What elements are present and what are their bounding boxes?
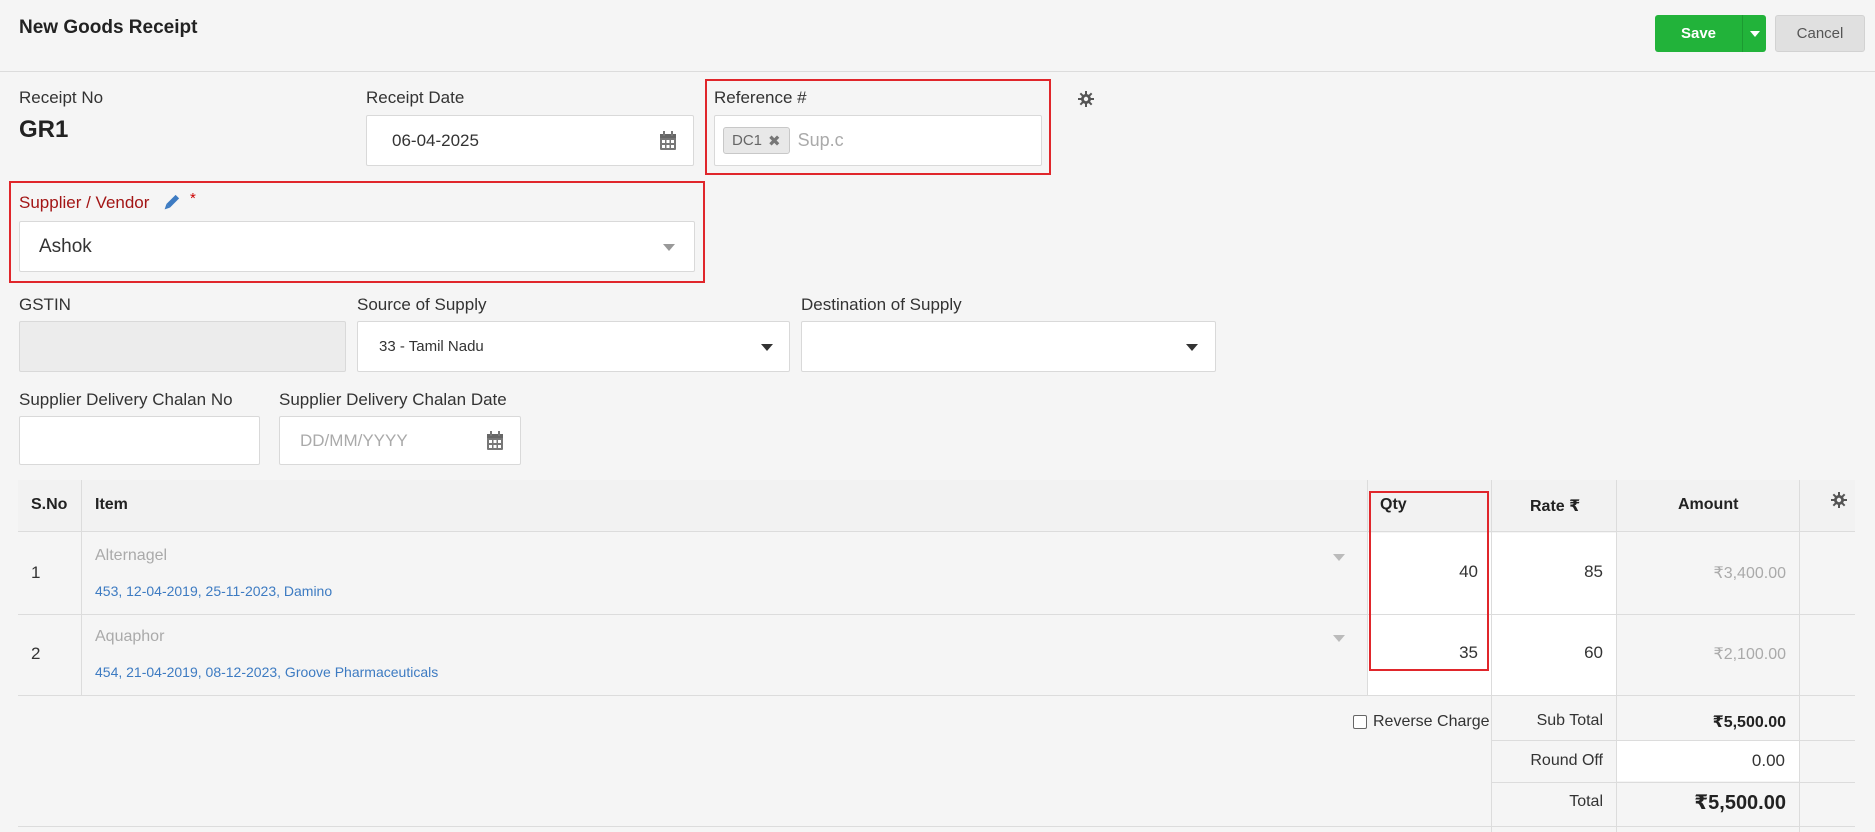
- gear-icon[interactable]: [1831, 492, 1847, 508]
- receipt-date-value: 06-04-2025: [392, 130, 479, 150]
- total-value: ₹5,500.00: [1694, 792, 1786, 814]
- save-options-button[interactable]: [1742, 15, 1766, 52]
- chevron-down-icon: [761, 344, 773, 351]
- chevron-down-icon: [663, 244, 675, 251]
- page-title: New Goods Receipt: [19, 17, 198, 38]
- supplier-select[interactable]: Ashok: [19, 221, 695, 272]
- column-sno: S.No: [31, 496, 68, 513]
- reference-chip: DC1 ✖: [723, 127, 790, 154]
- row-1-qty[interactable]: 40: [1370, 562, 1478, 582]
- row-1-sno: 1: [31, 563, 41, 582]
- row-1-item-meta[interactable]: 453, 12-04-2019, 25-11-2023, Damino: [95, 583, 332, 599]
- round-off-value: 0.00: [1751, 751, 1785, 770]
- reference-label: Reference #: [714, 88, 807, 107]
- row-1-rate[interactable]: 85: [1494, 562, 1603, 582]
- chalan-no-label: Supplier Delivery Chalan No: [19, 390, 233, 409]
- total-label: Total: [1569, 793, 1603, 810]
- destination-of-supply-select[interactable]: [801, 321, 1216, 372]
- chevron-down-icon: [1186, 344, 1198, 351]
- column-qty: Qty: [1380, 496, 1407, 513]
- close-icon[interactable]: ✖: [768, 132, 781, 150]
- supplier-label: Supplier / Vendor: [19, 193, 150, 212]
- receipt-no-label: Receipt No: [19, 88, 104, 107]
- row-2-sno: 2: [31, 644, 41, 663]
- calendar-icon[interactable]: [486, 431, 504, 451]
- source-of-supply-select[interactable]: 33 - Tamil Nadu: [357, 321, 790, 372]
- chevron-down-icon: [1749, 30, 1760, 37]
- round-off-input[interactable]: 0.00: [1617, 741, 1799, 781]
- reverse-charge-checkbox[interactable]: [1353, 715, 1367, 729]
- chevron-down-icon[interactable]: [1333, 635, 1345, 642]
- reference-input-text: Sup.c: [797, 130, 844, 150]
- chevron-down-icon[interactable]: [1333, 554, 1345, 561]
- receipt-date-label: Receipt Date: [366, 88, 465, 107]
- row-1-amount: ₹3,400.00: [1713, 565, 1786, 582]
- reverse-charge-label: Reverse Charge: [1373, 713, 1490, 730]
- column-amount: Amount: [1678, 496, 1739, 513]
- receipt-no-value: GR1: [19, 116, 69, 143]
- reverse-charge-control[interactable]: Reverse Charge: [1353, 713, 1490, 731]
- subtotal-label: Sub Total: [1536, 712, 1603, 729]
- row-2-amount: ₹2,100.00: [1713, 646, 1786, 663]
- row-divider: [18, 695, 1855, 696]
- column-divider: [81, 480, 82, 695]
- column-rate: Rate ₹: [1530, 498, 1581, 515]
- reference-tag-input[interactable]: DC1 ✖ Sup.c: [714, 115, 1042, 166]
- row-2-rate[interactable]: 60: [1494, 643, 1603, 663]
- row-divider: [18, 614, 1855, 615]
- row-divider: [1492, 782, 1855, 783]
- page-header: [0, 0, 1875, 72]
- cancel-button[interactable]: Cancel: [1775, 15, 1865, 52]
- row-1-item-name[interactable]: Alternagel: [95, 547, 167, 565]
- row-2-item-name[interactable]: Aquaphor: [95, 628, 164, 646]
- pencil-icon[interactable]: [162, 194, 180, 212]
- column-divider: [1799, 480, 1800, 832]
- gear-icon[interactable]: [1078, 91, 1094, 107]
- receipt-date-input[interactable]: 06-04-2025: [366, 115, 694, 166]
- chalan-date-label: Supplier Delivery Chalan Date: [279, 390, 507, 409]
- reference-chip-label: DC1: [732, 132, 763, 149]
- supplier-value: Ashok: [39, 235, 92, 257]
- row-divider: [18, 826, 1855, 827]
- save-button[interactable]: Save: [1655, 15, 1742, 52]
- round-off-label: Round Off: [1530, 752, 1603, 769]
- subtotal-value: ₹5,500.00: [1712, 714, 1786, 731]
- chalan-date-placeholder: DD/MM/YYYY: [300, 430, 408, 450]
- row-2-qty[interactable]: 35: [1370, 643, 1478, 663]
- chalan-date-input[interactable]: DD/MM/YYYY: [279, 416, 521, 465]
- gstin-label: GSTIN: [19, 295, 71, 314]
- chalan-no-input[interactable]: [19, 416, 260, 465]
- source-of-supply-label: Source of Supply: [357, 295, 487, 314]
- calendar-icon[interactable]: [659, 131, 677, 151]
- gstin-input[interactable]: [19, 321, 346, 372]
- column-item: Item: [95, 496, 128, 513]
- source-of-supply-value: 33 - Tamil Nadu: [379, 338, 484, 355]
- required-marker: *: [190, 190, 196, 207]
- destination-of-supply-label: Destination of Supply: [801, 295, 962, 314]
- row-2-item-meta[interactable]: 454, 21-04-2019, 08-12-2023, Groove Phar…: [95, 664, 438, 680]
